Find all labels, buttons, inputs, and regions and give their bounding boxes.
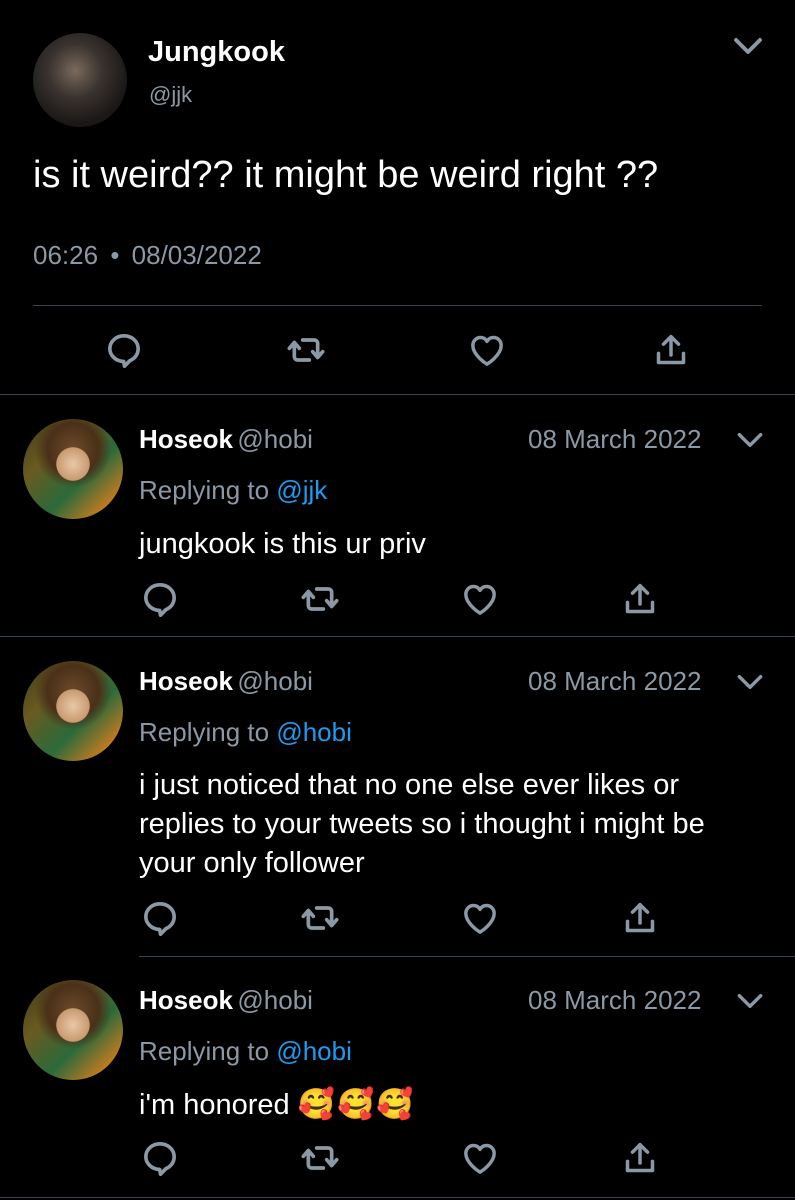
avatar[interactable] xyxy=(23,980,123,1080)
divider xyxy=(0,636,795,637)
replying-to: Replying to @hobi xyxy=(139,717,352,748)
author-name[interactable]: Hoseok xyxy=(139,985,233,1015)
reply-icon[interactable] xyxy=(140,579,180,619)
divider xyxy=(139,956,795,957)
like-icon[interactable] xyxy=(460,1138,500,1178)
mention-link[interactable]: @hobi xyxy=(276,1036,352,1066)
replying-to: Replying to @jjk xyxy=(139,475,327,506)
like-icon[interactable] xyxy=(467,330,507,370)
reply-text: jungkook is this ur priv xyxy=(139,528,426,560)
reply-date[interactable]: 08 March 2022 xyxy=(528,666,701,697)
retweet-icon[interactable] xyxy=(286,330,326,370)
author-name[interactable]: Hoseok xyxy=(139,666,233,696)
share-icon[interactable] xyxy=(620,1138,660,1178)
reply-text: i'm honored 🥰🥰🥰 xyxy=(139,1085,769,1125)
avatar[interactable] xyxy=(33,33,127,127)
mention-link[interactable]: @hobi xyxy=(276,717,352,747)
replying-to-label: Replying to xyxy=(139,475,277,505)
tweet-timestamp[interactable]: 06:26 • 08/03/2022 xyxy=(33,240,262,271)
emoji-smiling-hearts: 🥰🥰🥰 xyxy=(297,1088,416,1121)
reply-icon[interactable] xyxy=(140,1138,180,1178)
divider xyxy=(0,394,795,395)
divider xyxy=(33,305,762,306)
reply-icon[interactable] xyxy=(104,330,144,370)
tweet-text: is it weird?? it might be weird right ?? xyxy=(33,154,659,196)
reply-date[interactable]: 08 March 2022 xyxy=(528,985,701,1016)
share-icon[interactable] xyxy=(651,330,691,370)
reply-header: Hoseok @hobi xyxy=(139,985,313,1016)
retweet-icon[interactable] xyxy=(300,1138,340,1178)
share-icon[interactable] xyxy=(620,579,660,619)
share-icon[interactable] xyxy=(620,898,660,938)
like-icon[interactable] xyxy=(460,579,500,619)
reply-icon[interactable] xyxy=(140,898,180,938)
tweet-date: 08/03/2022 xyxy=(131,240,262,270)
author-handle[interactable]: @hobi xyxy=(237,985,313,1015)
reply-text-content: i'm honored xyxy=(139,1089,290,1121)
author-name[interactable]: Hoseok xyxy=(139,424,233,454)
author-name[interactable]: Jungkook xyxy=(148,36,285,69)
retweet-icon[interactable] xyxy=(300,579,340,619)
chevron-down-icon[interactable] xyxy=(734,424,766,456)
reply-text: i just noticed that no one else ever lik… xyxy=(139,769,705,879)
chevron-down-icon[interactable] xyxy=(734,666,766,698)
reply-header: Hoseok @hobi xyxy=(139,424,313,455)
replying-to: Replying to @hobi xyxy=(139,1036,352,1067)
divider xyxy=(0,1197,795,1198)
like-icon[interactable] xyxy=(460,898,500,938)
avatar[interactable] xyxy=(23,661,123,761)
author-handle[interactable]: @jjk xyxy=(149,82,192,108)
mention-link[interactable]: @jjk xyxy=(276,475,327,505)
separator: • xyxy=(110,240,120,270)
chevron-down-icon[interactable] xyxy=(734,985,766,1017)
avatar[interactable] xyxy=(23,419,123,519)
replying-to-label: Replying to xyxy=(139,717,277,747)
author-handle[interactable]: @hobi xyxy=(237,666,313,696)
reply-date[interactable]: 08 March 2022 xyxy=(528,424,701,455)
tweet-time: 06:26 xyxy=(33,240,99,270)
retweet-icon[interactable] xyxy=(300,898,340,938)
author-handle[interactable]: @hobi xyxy=(237,424,313,454)
reply-header: Hoseok @hobi xyxy=(139,666,313,697)
replying-to-label: Replying to xyxy=(139,1036,277,1066)
chevron-down-icon[interactable] xyxy=(730,28,766,64)
